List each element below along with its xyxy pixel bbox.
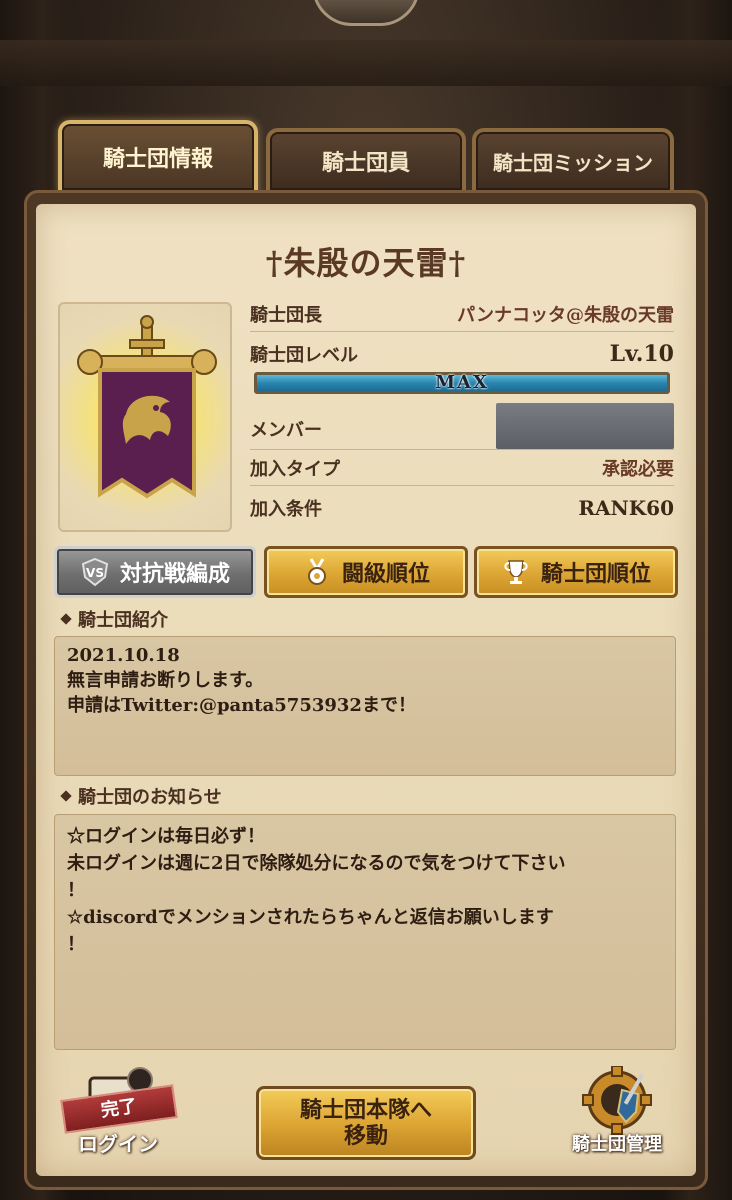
banner-emblem-icon: [77, 315, 217, 499]
tab-guild-info-label: 騎士団情報: [102, 146, 213, 172]
diamond-bullet-icon: [60, 790, 72, 802]
join-cond-label: 加入条件: [250, 499, 322, 520]
top-crest-ornament: [312, 0, 420, 26]
diamond-bullet-icon: [60, 613, 72, 625]
tab-guild-members-label: 騎士団員: [321, 150, 410, 176]
svg-text:VS: VS: [86, 566, 104, 580]
info-row-join-condition: 加入条件 RANK60: [250, 490, 674, 526]
level-value: Lv.10: [609, 341, 674, 367]
leader-value: パンナコッタ@朱殷の天雷: [457, 304, 674, 326]
login-bonus-button[interactable]: 完了 ログイン: [56, 1064, 186, 1160]
tab-guild-info[interactable]: 騎士団情報: [58, 120, 258, 194]
guild-management-button[interactable]: 騎士団管理: [560, 1066, 674, 1166]
guild-rank-button[interactable]: 騎士団順位: [474, 546, 678, 598]
info-row-join-type: 加入タイプ 承認必要: [250, 450, 674, 486]
notice-section-header: 騎士団のお知らせ: [60, 783, 222, 809]
info-row-level: 騎士団レベル Lv.10: [250, 336, 674, 372]
guild-management-label: 騎士団管理: [572, 1134, 662, 1155]
medal-icon: [307, 558, 326, 585]
notice-section-title: 騎士団のお知らせ: [78, 787, 222, 808]
info-row-member: メンバー: [250, 402, 674, 450]
join-type-label: 加入タイプ: [250, 458, 340, 480]
notice-text-box: ☆ログインは毎日必ず！ 未ログインは週に2日で除隊処分になるので気をつけて下さい…: [54, 814, 676, 1050]
intro-section-header: 騎士団紹介: [60, 606, 168, 632]
join-cond-value: RANK60: [578, 496, 674, 520]
intro-text-box: 2021.10.18 無言申請お断りします。 申請はTwitter:@panta…: [54, 636, 676, 776]
tab-guild-members[interactable]: 騎士団員: [266, 128, 466, 194]
background-beam: [0, 40, 732, 86]
leader-label: 騎士団長: [250, 304, 322, 326]
guild-emblem: [58, 302, 232, 532]
tab-guild-missions[interactable]: 騎士団ミッション: [472, 128, 674, 194]
member-count-redacted: [496, 402, 674, 449]
versus-shield-icon: VS: [81, 557, 109, 587]
battle-rank-label: 闘級順位: [341, 561, 430, 587]
intro-section-title: 騎士団紹介: [78, 610, 168, 631]
guild-rank-label: 騎士団順位: [540, 561, 651, 587]
member-label: メンバー: [250, 419, 322, 441]
info-row-leader: 騎士団長 パンナコッタ@朱殷の天雷: [250, 296, 674, 332]
battle-formation-button[interactable]: VS 対抗戦編成: [54, 546, 256, 598]
tab-guild-missions-label: 騎士団ミッション: [493, 150, 653, 175]
gear-shield-icon: [582, 1066, 652, 1135]
level-bar-label: MAX: [435, 372, 489, 393]
trophy-icon: [504, 560, 528, 584]
move-button-line2: 移動: [343, 1123, 388, 1149]
login-label: ログイン: [78, 1132, 158, 1156]
level-label: 騎士団レベル: [250, 345, 358, 366]
battle-rank-button[interactable]: 闘級順位: [264, 546, 468, 598]
move-to-guild-hq-button[interactable]: 騎士団本隊へ 移動: [256, 1086, 476, 1160]
battle-formation-label: 対抗戦編成: [119, 561, 230, 587]
guild-name: †朱殷の天雷†: [265, 244, 467, 282]
join-type-value: 承認必要: [602, 458, 674, 480]
move-button-line1: 騎士団本隊へ: [299, 1097, 432, 1123]
level-progress-bar: MAX: [254, 372, 670, 394]
